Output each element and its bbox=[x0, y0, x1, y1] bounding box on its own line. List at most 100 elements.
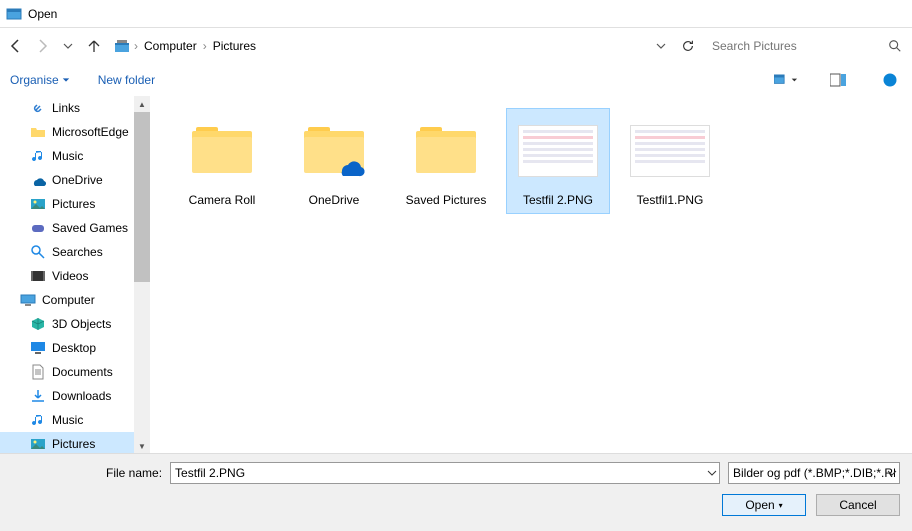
tree-item-microsoftedge[interactable]: MicrosoftEdge bbox=[0, 120, 150, 144]
chevron-right-icon[interactable]: › bbox=[203, 39, 207, 53]
back-button[interactable] bbox=[6, 36, 26, 56]
tree-item-label: Pictures bbox=[52, 197, 95, 211]
tree-item-label: Links bbox=[52, 101, 80, 115]
open-button[interactable]: Open ▾ bbox=[722, 494, 806, 516]
location-icon bbox=[114, 38, 130, 54]
search-input[interactable] bbox=[712, 39, 900, 53]
item-label: Camera Roll bbox=[189, 193, 256, 207]
main-area: Links MicrosoftEdge Music OneDrive Pictures S… bbox=[0, 96, 912, 454]
file-item[interactable]: Testfil1.PNG bbox=[618, 108, 722, 214]
cancel-button[interactable]: Cancel bbox=[816, 494, 900, 516]
documents-icon bbox=[30, 364, 46, 380]
filename-combo[interactable]: Testfil 2.PNG bbox=[170, 462, 720, 484]
sidebar-scrollbar[interactable]: ▲ ▼ bbox=[134, 96, 150, 454]
tree-item-pictures[interactable]: Pictures bbox=[0, 192, 150, 216]
tree-item-label: Music bbox=[52, 413, 83, 427]
tree-item-pictures[interactable]: Pictures bbox=[0, 432, 150, 454]
tree-item-label: Videos bbox=[52, 269, 88, 283]
tree-item-label: Pictures bbox=[52, 437, 95, 451]
up-button[interactable] bbox=[84, 36, 104, 56]
tree-item-label: Saved Games bbox=[52, 221, 128, 235]
breadcrumb-computer[interactable]: Computer bbox=[142, 39, 199, 53]
scroll-thumb[interactable] bbox=[134, 112, 150, 282]
item-thumbnail bbox=[294, 115, 374, 187]
help-button[interactable] bbox=[878, 70, 902, 90]
tree-item-label: Computer bbox=[42, 293, 95, 307]
scroll-down-arrow[interactable]: ▼ bbox=[134, 438, 150, 454]
chevron-down-icon[interactable] bbox=[887, 468, 897, 478]
item-label: Testfil1.PNG bbox=[637, 193, 704, 207]
tree-item-label: Desktop bbox=[52, 341, 96, 355]
toolbar: Organise New folder bbox=[0, 64, 912, 96]
scroll-up-arrow[interactable]: ▲ bbox=[134, 96, 150, 112]
open-label: Open bbox=[745, 498, 774, 512]
file-item[interactable]: Camera Roll bbox=[170, 108, 274, 214]
search-box[interactable] bbox=[706, 34, 906, 58]
item-thumbnail bbox=[630, 115, 710, 187]
pictures-icon bbox=[30, 196, 46, 212]
tree-item-music[interactable]: Music bbox=[0, 144, 150, 168]
games-icon bbox=[30, 220, 46, 236]
app-icon bbox=[6, 6, 22, 22]
videos-icon bbox=[30, 268, 46, 284]
tree-item-label: Documents bbox=[52, 365, 113, 379]
item-label: Saved Pictures bbox=[406, 193, 487, 207]
new-folder-button[interactable]: New folder bbox=[98, 73, 155, 87]
tree-item-desktop[interactable]: Desktop bbox=[0, 336, 150, 360]
downloads-icon bbox=[30, 388, 46, 404]
navigation-tree: Links MicrosoftEdge Music OneDrive Pictures S… bbox=[0, 96, 150, 454]
tree-item-computer[interactable]: Computer bbox=[0, 288, 150, 312]
link-icon bbox=[30, 100, 46, 116]
filetype-combo[interactable]: Bilder og pdf (*.BMP;*.DIB;*.RLE bbox=[728, 462, 900, 484]
window-title: Open bbox=[28, 7, 57, 21]
breadcrumb-bar[interactable]: › Computer › Pictures bbox=[110, 34, 670, 58]
preview-pane-button[interactable] bbox=[826, 70, 850, 90]
item-thumbnail bbox=[406, 115, 486, 187]
tree-item-links[interactable]: Links bbox=[0, 96, 150, 120]
organise-menu[interactable]: Organise bbox=[10, 73, 70, 87]
item-thumbnail bbox=[182, 115, 262, 187]
3d-icon bbox=[30, 316, 46, 332]
view-options-button[interactable] bbox=[774, 70, 798, 90]
filetype-value: Bilder og pdf (*.BMP;*.DIB;*.RLE bbox=[733, 466, 895, 480]
breadcrumb-pictures[interactable]: Pictures bbox=[211, 39, 258, 53]
recent-locations-dropdown[interactable] bbox=[58, 36, 78, 56]
filename-value: Testfil 2.PNG bbox=[175, 466, 245, 480]
file-item[interactable]: OneDrive bbox=[282, 108, 386, 214]
tree-item-downloads[interactable]: Downloads bbox=[0, 384, 150, 408]
tree-item-label: Searches bbox=[52, 245, 103, 259]
tree-item-documents[interactable]: Documents bbox=[0, 360, 150, 384]
file-item[interactable]: Testfil 2.PNG bbox=[506, 108, 610, 214]
file-list[interactable]: Camera Roll OneDrive Saved Pictures Testfil… bbox=[150, 96, 912, 454]
tree-item-searches[interactable]: Searches bbox=[0, 240, 150, 264]
tree-item-videos[interactable]: Videos bbox=[0, 264, 150, 288]
search-icon bbox=[30, 244, 46, 260]
split-dropdown-icon[interactable]: ▾ bbox=[779, 501, 783, 510]
onedrive-icon bbox=[30, 172, 46, 188]
address-bar: › Computer › Pictures bbox=[0, 28, 912, 64]
tree-item-onedrive[interactable]: OneDrive bbox=[0, 168, 150, 192]
dialog-footer: File name: Testfil 2.PNG Bilder og pdf (… bbox=[0, 453, 912, 531]
tree-item-music[interactable]: Music bbox=[0, 408, 150, 432]
tree-item-saved-games[interactable]: Saved Games bbox=[0, 216, 150, 240]
item-label: Testfil 2.PNG bbox=[523, 193, 593, 207]
item-label: OneDrive bbox=[309, 193, 360, 207]
chevron-right-icon[interactable]: › bbox=[134, 39, 138, 53]
filename-label: File name: bbox=[106, 466, 162, 480]
file-item[interactable]: Saved Pictures bbox=[394, 108, 498, 214]
pictures-icon bbox=[30, 436, 46, 452]
item-thumbnail bbox=[518, 115, 598, 187]
address-dropdown-icon[interactable] bbox=[656, 41, 666, 51]
forward-button[interactable] bbox=[32, 36, 52, 56]
search-icon bbox=[888, 39, 902, 53]
folder-icon bbox=[30, 124, 46, 140]
computer-icon bbox=[20, 292, 36, 308]
chevron-down-icon[interactable] bbox=[707, 468, 717, 478]
desktop-icon bbox=[30, 340, 46, 356]
tree-item-3d-objects[interactable]: 3D Objects bbox=[0, 312, 150, 336]
tree-item-label: Music bbox=[52, 149, 83, 163]
refresh-button[interactable] bbox=[676, 34, 700, 58]
music-icon bbox=[30, 148, 46, 164]
title-bar: Open bbox=[0, 0, 912, 28]
tree-item-label: MicrosoftEdge bbox=[52, 125, 129, 139]
